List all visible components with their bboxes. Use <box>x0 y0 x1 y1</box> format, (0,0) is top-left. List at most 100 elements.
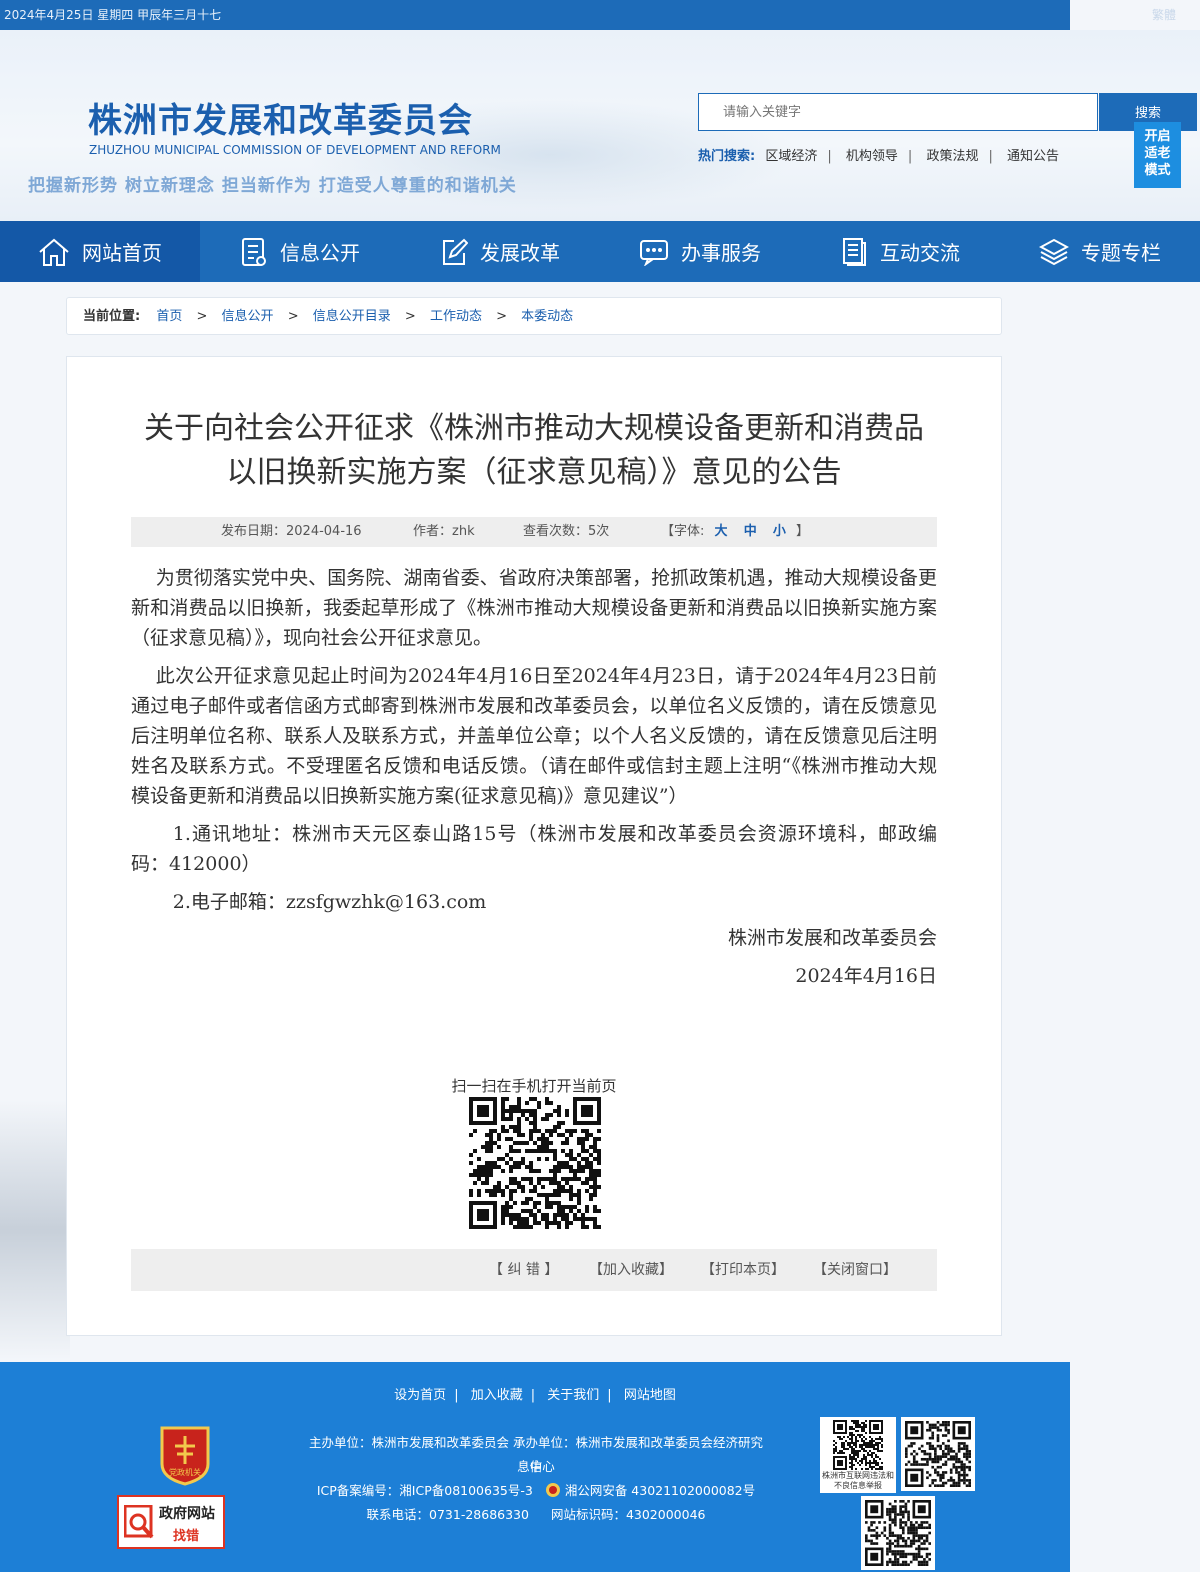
site-id: 网站标识码：4302000046 <box>550 1507 706 1522</box>
publish-date: 发布日期：2024-04-16 <box>221 524 362 539</box>
close-window-button[interactable]: 【关闭窗口】 <box>813 1249 897 1291</box>
article-paragraph: 1.通讯地址：株洲市天元区泰山路15号（株洲市发展和改革委员会资源环境科，邮政编… <box>131 823 937 875</box>
party-government-badge[interactable]: 党政机关 <box>158 1424 212 1486</box>
magnifier-icon <box>124 1505 154 1539</box>
report-qr-caption: 株洲市互联网违法和不良信息举报 <box>822 1471 894 1490</box>
elder-mode-line-2: 适老 <box>1144 146 1171 161</box>
article-paragraph: 为贯彻落实党中央、国务院、湖南省委、省政府决策部署，抢抓政策机遇，推动大规模设备… <box>131 567 937 649</box>
nav-item-info-public[interactable]: 信息公开 <box>200 221 400 282</box>
font-size-end: 】 <box>796 524 810 539</box>
hot-search-item[interactable]: 机构领导 <box>846 149 898 164</box>
mobile-qr-code <box>865 1500 931 1566</box>
nav-label: 信息公开 <box>280 241 360 265</box>
nav-label: 发展改革 <box>480 241 560 265</box>
elder-mode-button[interactable]: 开启 适老 模式 <box>1134 122 1181 188</box>
sitemap-link[interactable]: 网站地图 <box>624 1388 676 1403</box>
elder-mode-line-1: 开启 <box>1144 129 1171 144</box>
hot-search: 热门搜索: 区域经济 | 机构领导 | 政策法规 | 通知公告 <box>698 149 1059 164</box>
font-medium-button[interactable]: 中 <box>744 524 757 539</box>
site-title[interactable]: 株洲市发展和改革委员会 <box>88 93 473 142</box>
about-us-link[interactable]: 关于我们 <box>547 1388 599 1403</box>
document-list-icon <box>242 237 266 266</box>
article-title-line-2: 以旧换新实施方案（征求意见稿）》意见的公告 <box>226 455 842 490</box>
wechat-qr-box[interactable] <box>901 1417 975 1491</box>
report-error-button[interactable]: 【 纠 错 】 <box>489 1249 558 1291</box>
footer-links: 设为首页 | 加入收藏 | 关于我们 | 网站地图 <box>394 1388 676 1403</box>
article-paragraph: 此次公开征求意见起止时间为2024年4月16日至2024年4月23日，请于202… <box>131 665 937 807</box>
hot-search-label: 热门搜索: <box>698 149 756 164</box>
hot-search-item[interactable]: 通知公告 <box>1007 149 1059 164</box>
article-title: 关于向社会公开征求《株洲市推动大规模设备更新和消费品 以旧换新实施方案（征求意见… <box>67 407 1001 495</box>
nav-item-services[interactable]: 办事服务 <box>600 221 800 282</box>
elder-mode-line-3: 模式 <box>1144 163 1171 178</box>
article-title-line-1: 关于向社会公开征求《株洲市推动大规模设备更新和消费品 <box>144 411 924 446</box>
home-icon <box>39 238 69 266</box>
breadcrumb: 当前位置: 首页 > 信息公开 > 信息公开目录 > 工作动态 > 本委动态 <box>66 297 1002 335</box>
nav-item-interaction[interactable]: 互动交流 <box>800 221 1000 282</box>
breadcrumb-home[interactable]: 首页 <box>156 309 182 324</box>
nav-item-topics[interactable]: 专题专栏 <box>1000 221 1200 282</box>
breadcrumb-info-public[interactable]: 信息公开 <box>222 309 274 324</box>
nav-item-reform[interactable]: 发展改革 <box>400 221 600 282</box>
article-content: 为贯彻落实党中央、国务院、湖南省委、省政府决策部署，抢抓政策机遇，推动大规模设备… <box>131 563 937 991</box>
breadcrumb-work-news[interactable]: 工作动态 <box>430 309 482 324</box>
police-badge-icon <box>545 1483 560 1497</box>
page-qr-code <box>469 1097 601 1229</box>
gov-website-error-button[interactable]: 政府网站 找错 <box>117 1495 225 1549</box>
nav-label: 办事服务 <box>681 241 761 265</box>
article-toolbar: 【 纠 错 】 【加入收藏】 【打印本页】 【关闭窗口】 <box>131 1249 937 1291</box>
chat-icon <box>640 239 668 266</box>
main-nav: 网站首页 信息公开 发展改革 办事服务 互动交流 专题专栏 <box>0 221 1200 282</box>
article-signature: 株洲市发展和改革委员会 <box>727 927 937 949</box>
icp-number[interactable]: ICP备案编号：湘ICP备08100635号-3 <box>317 1483 533 1498</box>
nav-item-home[interactable]: 网站首页 <box>0 221 200 282</box>
search-input[interactable] <box>699 94 1097 130</box>
breadcrumb-info-catalog[interactable]: 信息公开目录 <box>313 309 391 324</box>
qr-title: 扫一扫在手机打开当前页 <box>451 1077 617 1095</box>
footer-contact: 联系电话：0731-28686330 网站标识码：4302000046 <box>306 1503 766 1527</box>
footer-sponsor-2: 息中心 <box>517 1459 555 1474</box>
hot-search-item[interactable]: 区域经济 <box>765 149 817 164</box>
font-large-button[interactable]: 大 <box>715 524 728 539</box>
article-paragraph: 2.电子邮箱：zzsfgwzhk@163.com <box>172 891 487 913</box>
site-header: 株洲市发展和改革委员会 ZHUZHOU MUNICIPAL COMMISSION… <box>0 30 1200 221</box>
layers-icon <box>1039 238 1069 265</box>
print-page-button[interactable]: 【打印本页】 <box>701 1249 785 1291</box>
font-size-label: 【字体: <box>661 524 705 539</box>
site-title-en: ZHUZHOU MUNICIPAL COMMISSION OF DEVELOPM… <box>89 143 501 157</box>
article-meta: 发布日期：2024-04-16 作者：zhk 查看次数：5次 【字体: 大 中 … <box>131 517 937 547</box>
edit-icon <box>443 238 468 265</box>
breadcrumb-commission-news[interactable]: 本委动态 <box>521 309 573 324</box>
add-favorite-button[interactable]: 【加入收藏】 <box>589 1249 673 1291</box>
article-card: 关于向社会公开征求《株洲市推动大规模设备更新和消费品 以旧换新实施方案（征求意见… <box>66 356 1002 1336</box>
background-mountain <box>0 1100 70 1360</box>
mobile-qr-box[interactable] <box>861 1496 935 1570</box>
wechat-qr-code <box>905 1421 971 1487</box>
contact-phone: 联系电话：0731-28686330 <box>366 1507 529 1522</box>
site-slogan: 把握新形势 树立新理念 担当新作为 打造受人尊重的和谐机关 <box>28 176 517 196</box>
report-qr-box[interactable]: 株洲市互联网违法和不良信息举报 <box>820 1417 896 1493</box>
nav-label: 专题专栏 <box>1081 241 1161 265</box>
view-count: 查看次数：5次 <box>523 524 610 539</box>
hot-search-item[interactable]: 政策法规 <box>926 149 978 164</box>
breadcrumb-label: 当前位置: <box>83 309 141 324</box>
police-record[interactable]: 湘公网安备 43021102000082号 <box>565 1483 755 1498</box>
footer-registration: ICP备案编号：湘ICP备08100635号-3 湘公网安备 430211020… <box>306 1479 766 1503</box>
set-homepage-link[interactable]: 设为首页 <box>394 1388 446 1403</box>
badge-text: 党政机关 <box>169 1467 201 1477</box>
nav-label: 互动交流 <box>880 241 960 265</box>
top-bar: 2024年4月25日 星期四 甲辰年三月十七 <box>0 0 1070 30</box>
nav-label: 网站首页 <box>82 241 162 265</box>
gov-error-text-2: 找错 <box>173 1529 200 1544</box>
add-favorite-link[interactable]: 加入收藏 <box>471 1388 523 1403</box>
report-qr-code <box>833 1420 883 1470</box>
gov-error-text-1: 政府网站 <box>159 1506 215 1522</box>
font-small-button[interactable]: 小 <box>773 524 786 539</box>
font-size-control: 【字体: 大 中 小 】 <box>661 517 809 547</box>
search-box <box>698 93 1098 131</box>
article-sign-date: 2024年4月16日 <box>795 965 937 987</box>
traditional-chinese-link[interactable]: 繁體 <box>1152 0 1192 30</box>
current-date: 2024年4月25日 星期四 甲辰年三月十七 <box>4 8 222 22</box>
notes-icon <box>843 237 866 266</box>
author: 作者：zhk <box>413 524 475 539</box>
